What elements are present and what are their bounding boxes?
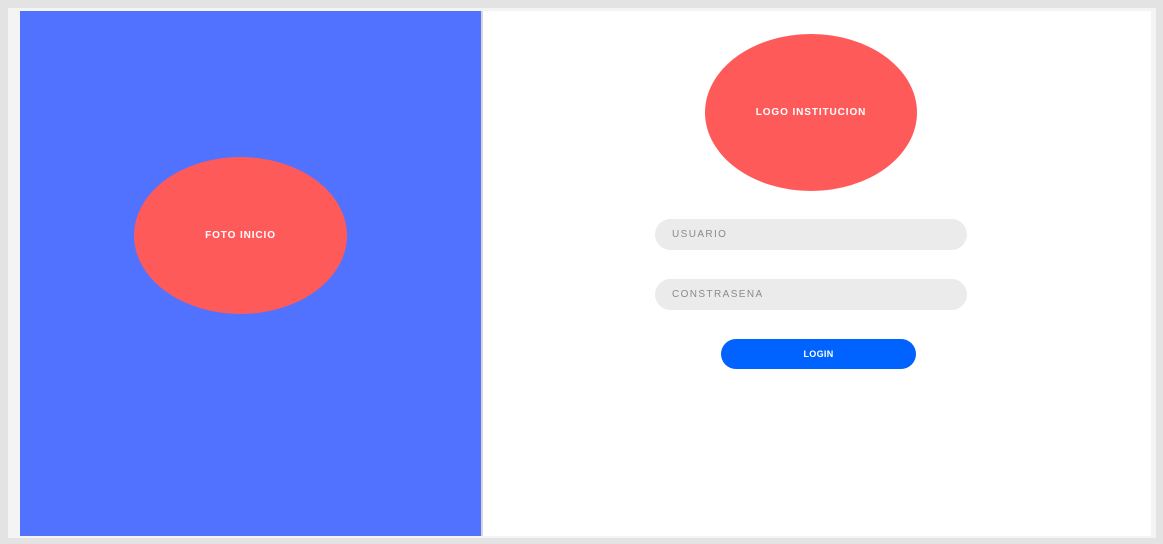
username-input[interactable] <box>655 219 967 250</box>
password-input[interactable] <box>655 279 967 310</box>
home-photo-label: FOTO INICIO <box>205 230 276 241</box>
left-panel: FOTO INICIO <box>20 11 481 536</box>
login-panel: LOGO INSTITUCION LOGIN <box>483 11 1151 536</box>
login-button[interactable]: LOGIN <box>721 339 916 369</box>
institution-logo-placeholder: LOGO INSTITUCION <box>705 34 917 191</box>
institution-logo-label: LOGO INSTITUCION <box>755 107 867 118</box>
home-photo-placeholder: FOTO INICIO <box>134 157 347 314</box>
